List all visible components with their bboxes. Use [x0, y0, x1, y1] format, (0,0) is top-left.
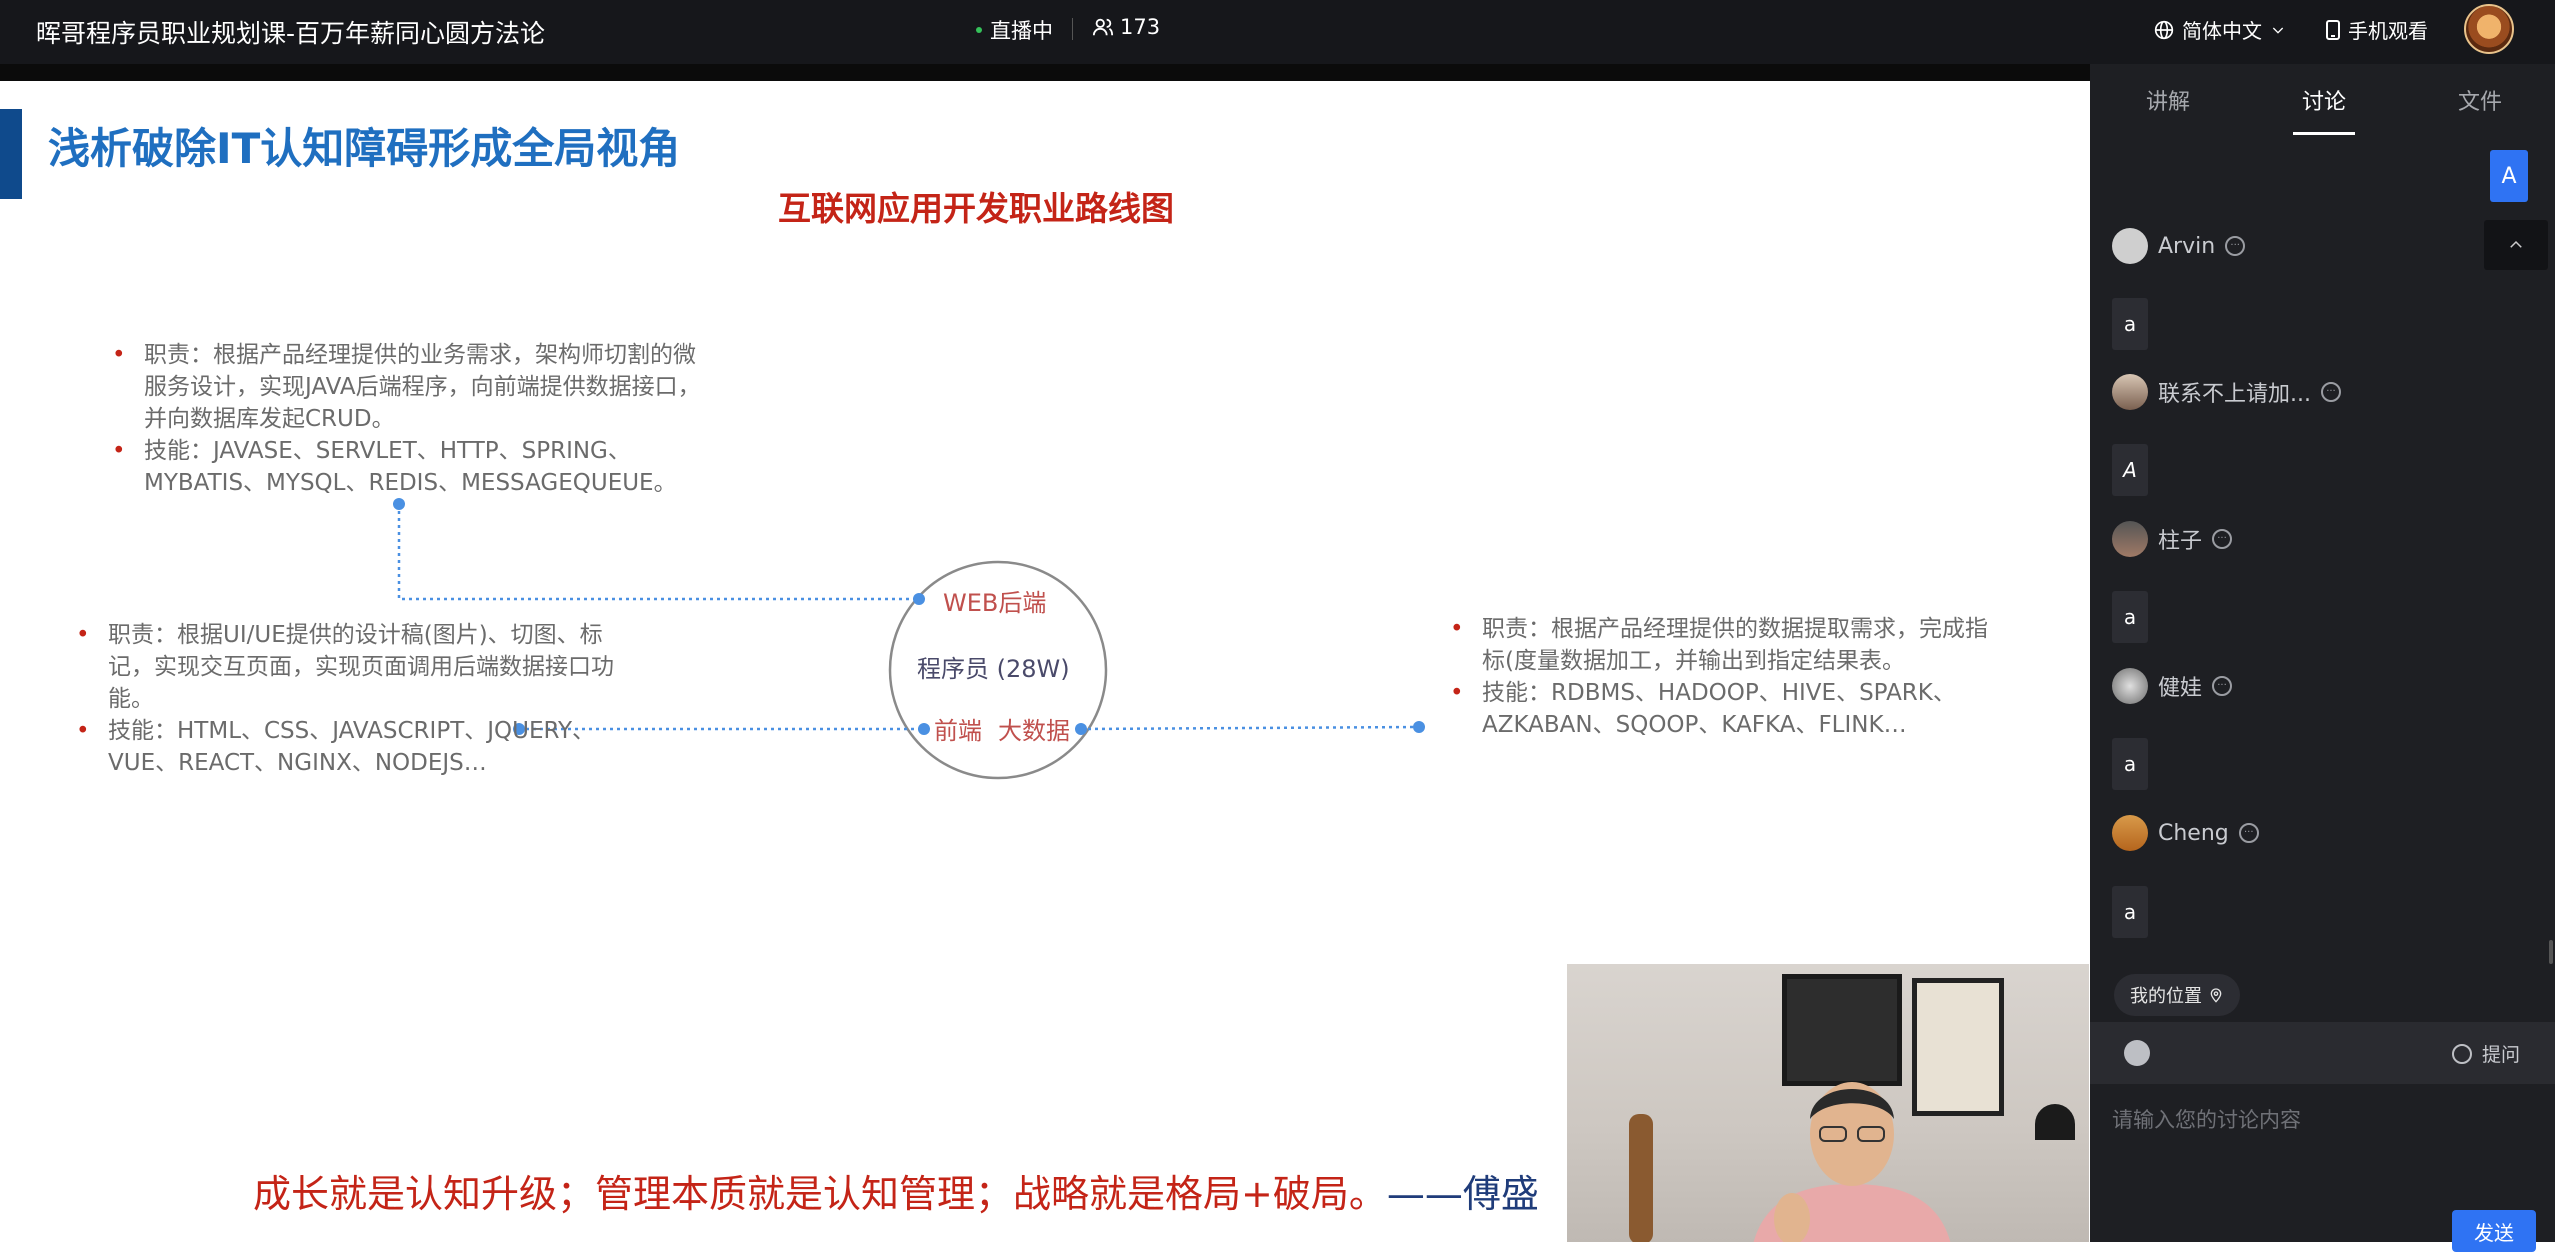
- panel-tabs: 讲解 讨论 文件: [2090, 64, 2555, 136]
- quote-text: 成长就是认知升级；管理本质就是认知管理；战略就是格局+破局。: [253, 1172, 1387, 1216]
- bigdata-duty: 职责：根据产品经理提供的数据提取需求，完成指标(度量数据加工，并输出到指定结果表…: [1450, 613, 2010, 677]
- node-dot: [918, 723, 930, 735]
- avatar: [2112, 815, 2148, 851]
- language-select[interactable]: 简体中文: [2154, 15, 2286, 44]
- bigdata-bullets: 职责：根据产品经理提供的数据提取需求，完成指标(度量数据加工，并输出到指定结果表…: [1450, 613, 2010, 741]
- message-username: 联系不上请加...: [2158, 382, 2311, 407]
- live-status-label: 直播中: [990, 19, 1053, 43]
- node-bigdata-label: 大数据: [998, 717, 1070, 745]
- slide-quote: 成长就是认知升级；管理本质就是认知管理；战略就是格局+破局。——傅盛: [253, 1163, 1539, 1218]
- avatar: [2112, 668, 2148, 704]
- message-username: 柱子: [2158, 529, 2203, 554]
- avatar: [2112, 374, 2148, 410]
- phone-icon: [2326, 19, 2340, 40]
- chevron-down-icon: [2272, 27, 2284, 34]
- course-title: 晖哥程序员职业规划课-百万年薪同心圆方法论: [36, 19, 546, 48]
- message-user: Arvin ···: [2112, 228, 2246, 264]
- more-icon[interactable]: ···: [2238, 823, 2259, 843]
- frontend-bullets: 职责：根据UI/UE提供的设计稿(图片)、切图、标记，实现交互页面，实现页面调用…: [76, 619, 636, 779]
- radio-icon[interactable]: [2452, 1043, 2472, 1064]
- my-position-label: 我的位置: [2130, 986, 2202, 1007]
- connector-bigdata: [1080, 725, 1420, 731]
- more-icon[interactable]: ···: [2212, 676, 2233, 696]
- tab-discussion[interactable]: 讨论: [2302, 84, 2346, 116]
- more-icon[interactable]: ···: [2212, 529, 2233, 549]
- my-position-button[interactable]: 我的位置: [2114, 974, 2240, 1016]
- divider: [1072, 18, 1073, 40]
- guitar: [1629, 1114, 1653, 1242]
- message-bubble: a: [2112, 298, 2148, 350]
- message-username: 健娃: [2158, 676, 2203, 701]
- scroll-up-button[interactable]: [2484, 220, 2548, 270]
- node-backend-label: WEB后端: [943, 589, 1046, 617]
- backend-duty: 职责：根据产品经理提供的业务需求，架构师切割的微服务设计，实现JAVA后端程序，…: [112, 339, 702, 435]
- message-user: 柱子 ···: [2112, 521, 2233, 557]
- viewer-count[interactable]: 173: [1092, 15, 1160, 39]
- mobile-watch-button[interactable]: 手机观看: [2326, 15, 2428, 44]
- top-message-bubble: A: [2490, 150, 2528, 202]
- message-user: Cheng ···: [2112, 815, 2259, 851]
- message-username: Cheng: [2158, 820, 2229, 846]
- user-avatar[interactable]: [2464, 4, 2514, 54]
- video-top-strip: [0, 64, 2090, 81]
- viewers-icon: [1092, 18, 1114, 36]
- message-user: 健娃 ···: [2112, 668, 2233, 704]
- node-dot: [1075, 723, 1087, 735]
- viewer-count-label: 173: [1120, 15, 1161, 39]
- language-label: 简体中文: [2182, 19, 2262, 43]
- ask-label: 提问: [2482, 1044, 2521, 1066]
- frontend-duty: 职责：根据UI/UE提供的设计稿(图片)、切图、标记，实现交互页面，实现页面调用…: [76, 619, 636, 715]
- quote-author: ——傅盛: [1386, 1172, 1539, 1216]
- presenter: [1753, 1082, 1951, 1242]
- node-dot: [913, 593, 925, 605]
- lamp: [2035, 1104, 2075, 1140]
- message-bubble: A: [2112, 444, 2148, 496]
- message-user: 联系不上请加... ···: [2112, 374, 2341, 410]
- tab-lecture[interactable]: 讲解: [2146, 84, 2190, 116]
- tab-files[interactable]: 文件: [2458, 84, 2502, 116]
- message-bubble: a: [2112, 591, 2148, 643]
- frontend-skills: 技能：HTML、CSS、JAVASCRIPT、JQUERY、VUE、REACT、…: [76, 715, 636, 779]
- message-bubble: a: [2112, 738, 2148, 790]
- active-tab-indicator: [2293, 132, 2355, 135]
- ask-question-toggle[interactable]: 提问: [2452, 1040, 2520, 1067]
- avatar: [2112, 521, 2148, 557]
- emoji-icon[interactable]: [2124, 1040, 2150, 1066]
- backend-skills: 技能：JAVASE、SERVLET、HTTP、SPRING、MYBATIS、MY…: [112, 435, 702, 499]
- node-dot: [393, 498, 405, 510]
- message-username: Arvin: [2158, 233, 2216, 259]
- send-button[interactable]: 发送: [2452, 1210, 2536, 1252]
- scrollbar-thumb[interactable]: [2549, 940, 2553, 964]
- chevron-up-icon: [2510, 240, 2522, 248]
- more-icon[interactable]: ···: [2320, 382, 2341, 402]
- connector-backend: [397, 504, 919, 601]
- bigdata-skills: 技能：RDBMS、HADOOP、HIVE、SPARK、AZKABAN、SQOOP…: [1450, 677, 2010, 741]
- globe-icon: [2154, 20, 2174, 39]
- node-frontend-label: 前端: [934, 717, 982, 745]
- presenter-video[interactable]: [1567, 964, 2089, 1242]
- live-status: 直播中: [976, 15, 1053, 45]
- mobile-watch-label: 手机观看: [2348, 19, 2428, 43]
- live-dot-icon: [976, 27, 982, 33]
- node-dot: [1413, 721, 1425, 733]
- top-bar: 晖哥程序员职业规划课-百万年薪同心圆方法论 直播中 173 简体中文 手机观看: [0, 0, 2555, 64]
- avatar: [2112, 228, 2148, 264]
- backend-bullets: 职责：根据产品经理提供的业务需求，架构师切割的微服务设计，实现JAVA后端程序，…: [112, 339, 702, 499]
- location-pin-icon: [2210, 988, 2222, 1003]
- more-icon[interactable]: ···: [2225, 236, 2246, 256]
- message-bubble: a: [2112, 886, 2148, 938]
- center-label: 程序员 (28W): [917, 655, 1070, 683]
